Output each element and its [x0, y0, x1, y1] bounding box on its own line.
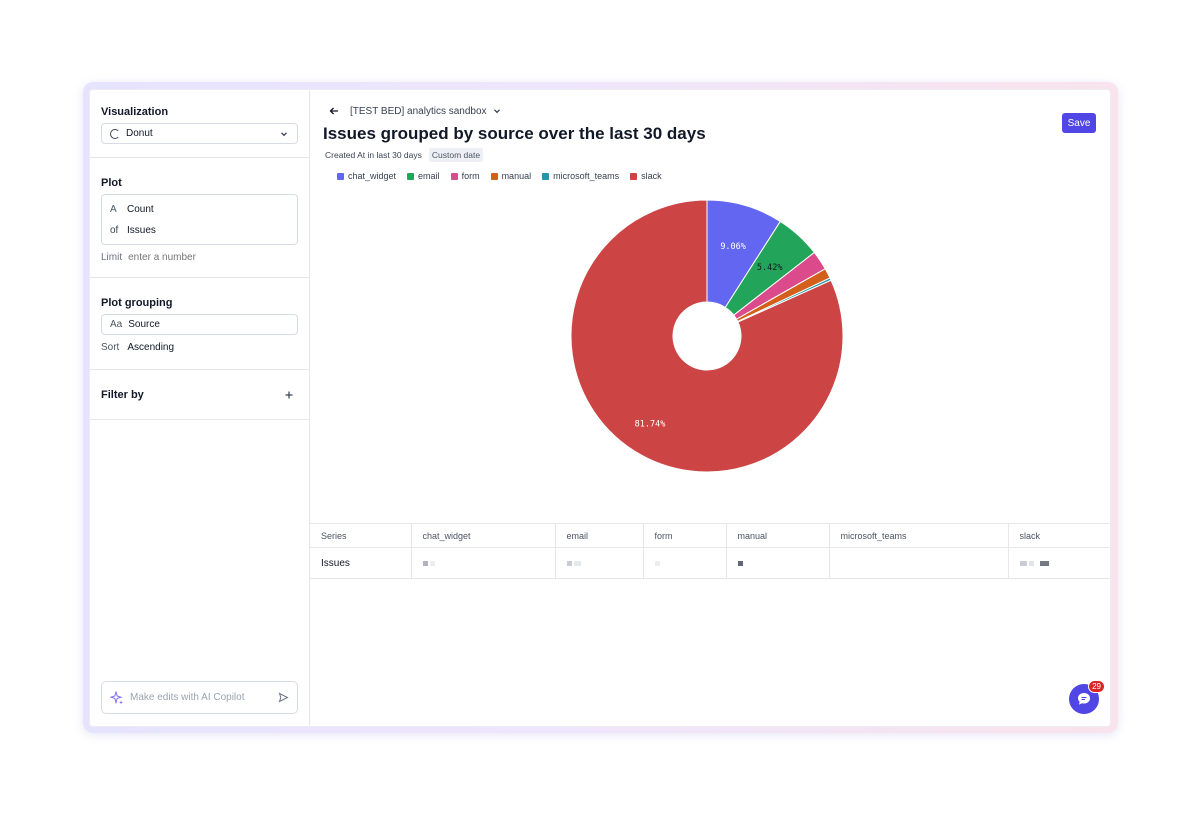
aggregate-row[interactable]: A Count: [110, 199, 289, 220]
legend-swatch: [490, 172, 498, 180]
of-label: of: [110, 225, 119, 236]
donut-chart: 9.06% 5.42% 81.74%: [570, 199, 844, 473]
donut-data-label: 5.42%: [757, 263, 783, 273]
limit-input[interactable]: [128, 252, 279, 263]
save-button[interactable]: Save: [1062, 113, 1096, 133]
custom-date-chip[interactable]: Custom date: [428, 148, 484, 162]
visualization-title: Visualization: [101, 106, 169, 118]
aggregate-value: Count: [127, 204, 154, 215]
legend-swatch: [407, 172, 415, 180]
sort-label: Sort: [101, 342, 120, 353]
of-value: Issues: [127, 225, 156, 236]
legend-swatch: [450, 172, 458, 180]
plot-section: Plot A Count of Issues Limit: [90, 158, 309, 278]
send-icon[interactable]: [278, 692, 289, 703]
chat-icon: [1078, 693, 1090, 705]
legend-label: slack: [641, 171, 662, 181]
limit-label: Limit: [101, 252, 123, 263]
table-row: Issues: [310, 547, 1110, 579]
legend-swatch: [337, 172, 344, 180]
legend-label: manual: [501, 171, 532, 181]
limit-row: Limit: [101, 252, 298, 263]
table-header-row: Series chat_widget email form manual mic…: [310, 523, 1110, 548]
table-header-series: Series: [310, 523, 412, 548]
sort-value: Ascending: [127, 342, 175, 353]
ai-copilot-input[interactable]: Make edits with AI Copilot: [101, 681, 298, 714]
legend-item-microsoft-teams[interactable]: microsoft_teams: [542, 171, 619, 181]
visualization-value: Donut: [126, 128, 153, 139]
chart-legend: chat_widget email form manual microsoft_team…: [337, 171, 662, 181]
grouping-title: Plot grouping: [101, 297, 173, 309]
visualization-section: Visualization Donut: [90, 90, 309, 158]
chat-launcher-button[interactable]: 29: [1069, 680, 1105, 714]
table-cell-redacted: [1008, 547, 1110, 579]
table-header-microsoft-teams: microsoft_teams: [829, 523, 1009, 548]
plot-title: Plot: [101, 177, 122, 189]
legend-swatch: [542, 172, 550, 180]
legend-label: form: [461, 171, 480, 181]
visualization-select[interactable]: Donut: [101, 123, 298, 144]
legend-swatch: [630, 172, 638, 180]
table-header-slack: slack: [1008, 523, 1110, 548]
aggregate-type-badge: A: [110, 204, 117, 215]
app-window: Visualization Donut Plot A Count of Issu…: [89, 89, 1111, 727]
sort-row[interactable]: Sort Ascending: [101, 342, 298, 353]
donut-data-label: 81.74%: [635, 420, 666, 430]
data-table: Series chat_widget email form manual mic…: [310, 523, 1110, 579]
legend-label: microsoft_teams: [553, 171, 620, 181]
table-header-manual: manual: [726, 523, 830, 548]
donut-data-label: 9.06%: [720, 242, 746, 252]
filter-summary: Created At in last 30 days Custom date: [325, 148, 484, 162]
copilot-placeholder: Make edits with AI Copilot: [130, 692, 245, 703]
filter-title: Filter by: [101, 388, 144, 401]
plus-icon[interactable]: [284, 390, 294, 400]
page-title: Issues grouped by source over the last 3…: [323, 124, 706, 143]
legend-item-email[interactable]: email: [407, 171, 440, 181]
legend-item-form[interactable]: form: [450, 171, 480, 181]
sparkle-icon: [110, 690, 123, 704]
table-cell-redacted: [411, 547, 556, 579]
grouping-field-value: Source: [128, 319, 160, 330]
chart-main: [TEST BED] analytics sandbox Issues grou…: [310, 90, 1110, 726]
table-cell-series: Issues: [310, 547, 412, 579]
config-sidebar: Visualization Donut Plot A Count of Issu…: [90, 90, 310, 726]
table-cell-empty: [829, 547, 1009, 579]
table-header-chat-widget: chat_widget: [411, 523, 556, 548]
table-cell-redacted: [555, 547, 644, 579]
filter-section: Filter by: [90, 370, 309, 420]
grouping-field-select[interactable]: Aa Source: [101, 314, 298, 335]
legend-item-manual[interactable]: manual: [490, 171, 532, 181]
legend-label: chat_widget: [348, 171, 397, 181]
donut-icon: [110, 128, 120, 139]
breadcrumb-label[interactable]: [TEST BED] analytics sandbox: [350, 106, 487, 117]
grouping-section: Plot grouping Aa Source Sort Ascending: [90, 278, 309, 370]
table-header-form: form: [643, 523, 727, 548]
chevron-down-icon[interactable]: [492, 106, 502, 116]
text-type-badge: Aa: [110, 319, 123, 330]
legend-label: email: [418, 171, 440, 181]
table-header-email: email: [555, 523, 644, 548]
legend-item-chat-widget[interactable]: chat_widget: [337, 171, 396, 181]
plot-measure-box: A Count of Issues: [101, 194, 298, 245]
breadcrumb: [TEST BED] analytics sandbox: [328, 105, 502, 117]
table-cell-redacted: [643, 547, 727, 579]
chevron-down-icon: [281, 131, 287, 136]
back-arrow-icon[interactable]: [328, 105, 340, 117]
filter-text: Created At in last 30 days: [325, 150, 422, 160]
notification-badge: 29: [1088, 680, 1105, 693]
legend-item-slack[interactable]: slack: [630, 171, 662, 181]
table-cell-redacted: [726, 547, 830, 579]
of-row[interactable]: of Issues: [110, 220, 289, 241]
